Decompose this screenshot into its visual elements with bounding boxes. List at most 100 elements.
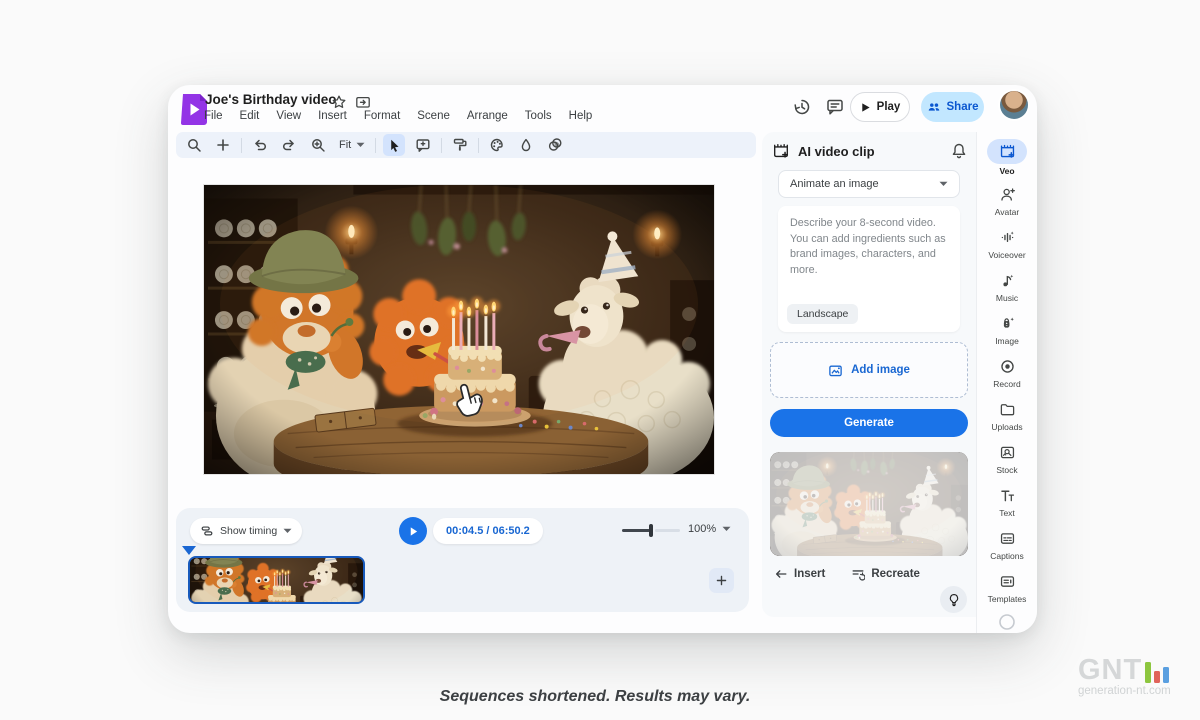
select-cursor-icon[interactable]: [383, 134, 406, 156]
playhead-marker[interactable]: [182, 546, 196, 555]
share-button[interactable]: Share: [921, 92, 984, 122]
star-icon[interactable]: [331, 94, 347, 110]
toolbar-divider: [441, 137, 443, 153]
chevron-down-icon: [939, 181, 948, 186]
captions-icon: [997, 529, 1017, 549]
timeline-zoom-slider[interactable]: [622, 524, 680, 537]
rail-item-captions[interactable]: Captions: [977, 523, 1037, 566]
ai-mode-select[interactable]: Animate an image: [778, 170, 960, 198]
version-history-icon[interactable]: [792, 97, 812, 117]
add-icon[interactable]: [212, 134, 234, 156]
palette-icon[interactable]: [486, 134, 508, 156]
toolbar-divider: [478, 137, 480, 153]
menu-insert[interactable]: Insert: [318, 110, 347, 122]
chevron-down-icon: [283, 528, 292, 533]
veo-clip-icon: [987, 139, 1027, 164]
menu-tools[interactable]: Tools: [525, 110, 552, 122]
zoom-in-icon[interactable]: [307, 134, 329, 156]
rail-item-veo[interactable]: Veo: [977, 136, 1037, 179]
watermark: GNT generation-nt.com: [1078, 654, 1188, 697]
rail-item-music[interactable]: Music: [977, 265, 1037, 308]
rail-item-avatar[interactable]: Avatar: [977, 179, 1037, 222]
generated-preview-thumbnail[interactable]: [770, 452, 968, 556]
generate-button[interactable]: Generate: [770, 409, 968, 437]
notifications-bell-icon[interactable]: [950, 142, 968, 160]
transparency-icon[interactable]: [544, 134, 566, 156]
toolbar-divider: [241, 137, 242, 153]
menu-scene[interactable]: Scene: [417, 110, 450, 122]
watermark-bar-green: [1145, 661, 1152, 683]
arrow-left-icon: [775, 570, 787, 578]
menubar: File Edit View Insert Format Scene Arran…: [204, 110, 592, 122]
rail-item-stock[interactable]: Stock: [977, 437, 1037, 480]
menu-help[interactable]: Help: [569, 110, 593, 122]
image-gen-icon: [997, 314, 1017, 334]
add-scene-button[interactable]: [709, 568, 734, 593]
add-image-icon: [829, 365, 842, 376]
ai-clip-icon: [774, 144, 789, 158]
rail-item-voiceover[interactable]: Voiceover: [977, 222, 1037, 265]
panel-title: AI video clip: [798, 143, 875, 159]
recreate-button[interactable]: Recreate: [851, 567, 920, 581]
video-scene: [204, 185, 714, 474]
add-comment-icon[interactable]: [412, 134, 434, 156]
video-canvas[interactable]: [203, 184, 715, 475]
insert-button[interactable]: Insert: [774, 567, 825, 581]
menu-file[interactable]: File: [204, 110, 223, 122]
time-display: 00:04.5 / 06:50.2: [433, 518, 543, 544]
rail-item-image[interactable]: Image: [977, 308, 1037, 351]
menu-view[interactable]: View: [276, 110, 301, 122]
menu-format[interactable]: Format: [364, 110, 400, 122]
comments-icon[interactable]: [825, 97, 845, 117]
people-icon: [928, 103, 939, 111]
ai-video-clip-panel: AI video clip Animate an image Landscape…: [762, 132, 976, 617]
timeline-play-button[interactable]: [399, 517, 427, 545]
recreate-icon: [852, 570, 866, 581]
search-icon[interactable]: [183, 134, 205, 156]
watermark-brand: GNT: [1078, 654, 1143, 686]
rail-item-text[interactable]: Text: [977, 480, 1037, 523]
timeline-clip-thumbnail[interactable]: [188, 556, 365, 604]
menu-edit[interactable]: Edit: [240, 110, 260, 122]
music-icon: [997, 271, 1017, 291]
timeline-zoom-select[interactable]: 100%: [688, 523, 731, 535]
watermark-domain: generation-nt.com: [1078, 684, 1171, 697]
edit-toolbar: Fit: [176, 132, 756, 158]
rail-overflow-icon: [999, 614, 1015, 630]
chevron-down-icon: [356, 142, 365, 147]
undo-icon[interactable]: [249, 134, 271, 156]
menu-arrange[interactable]: Arrange: [467, 110, 508, 122]
redo-icon[interactable]: [278, 134, 300, 156]
play-presentation-button[interactable]: Play: [850, 92, 910, 122]
rail-item-templates[interactable]: Templates: [977, 566, 1037, 609]
toolbar-divider: [375, 137, 377, 153]
media-rail: Veo Avatar Voiceover Music Image Record …: [976, 132, 1037, 633]
rail-item-uploads[interactable]: Uploads: [977, 394, 1037, 437]
stock-media-icon: [997, 443, 1017, 463]
prompt-textarea[interactable]: [778, 206, 960, 302]
watermark-bar-red: [1154, 670, 1161, 683]
aspect-ratio-chip[interactable]: Landscape: [787, 304, 859, 324]
add-image-button[interactable]: Add image: [770, 342, 968, 398]
result-actions-row: Insert Recreate: [774, 567, 920, 581]
background-icon[interactable]: [515, 134, 537, 156]
lightbulb-icon: [949, 593, 958, 606]
document-title[interactable]: Joe's Birthday video: [205, 92, 337, 107]
record-icon: [997, 357, 1017, 377]
timing-icon: [201, 526, 213, 536]
play-icon: [861, 102, 870, 112]
panel-header: AI video clip: [772, 142, 875, 160]
rail-item-record[interactable]: Record: [977, 351, 1037, 394]
tips-lightbulb-button[interactable]: [940, 586, 967, 613]
uploads-folder-icon: [997, 400, 1017, 420]
move-folder-icon[interactable]: [355, 94, 371, 110]
slider-track-empty: [655, 529, 680, 532]
voiceover-icon: [997, 228, 1017, 248]
paint-format-icon[interactable]: [449, 134, 471, 156]
zoom-fit-select[interactable]: Fit: [336, 139, 368, 151]
slider-handle[interactable]: [649, 524, 653, 537]
show-timing-dropdown[interactable]: Show timing: [190, 518, 303, 544]
chevron-down-icon: [722, 526, 731, 531]
account-avatar[interactable]: [1000, 91, 1028, 119]
timeline-panel: Show timing 00:04.5 / 06:50.2 100%: [176, 508, 749, 612]
